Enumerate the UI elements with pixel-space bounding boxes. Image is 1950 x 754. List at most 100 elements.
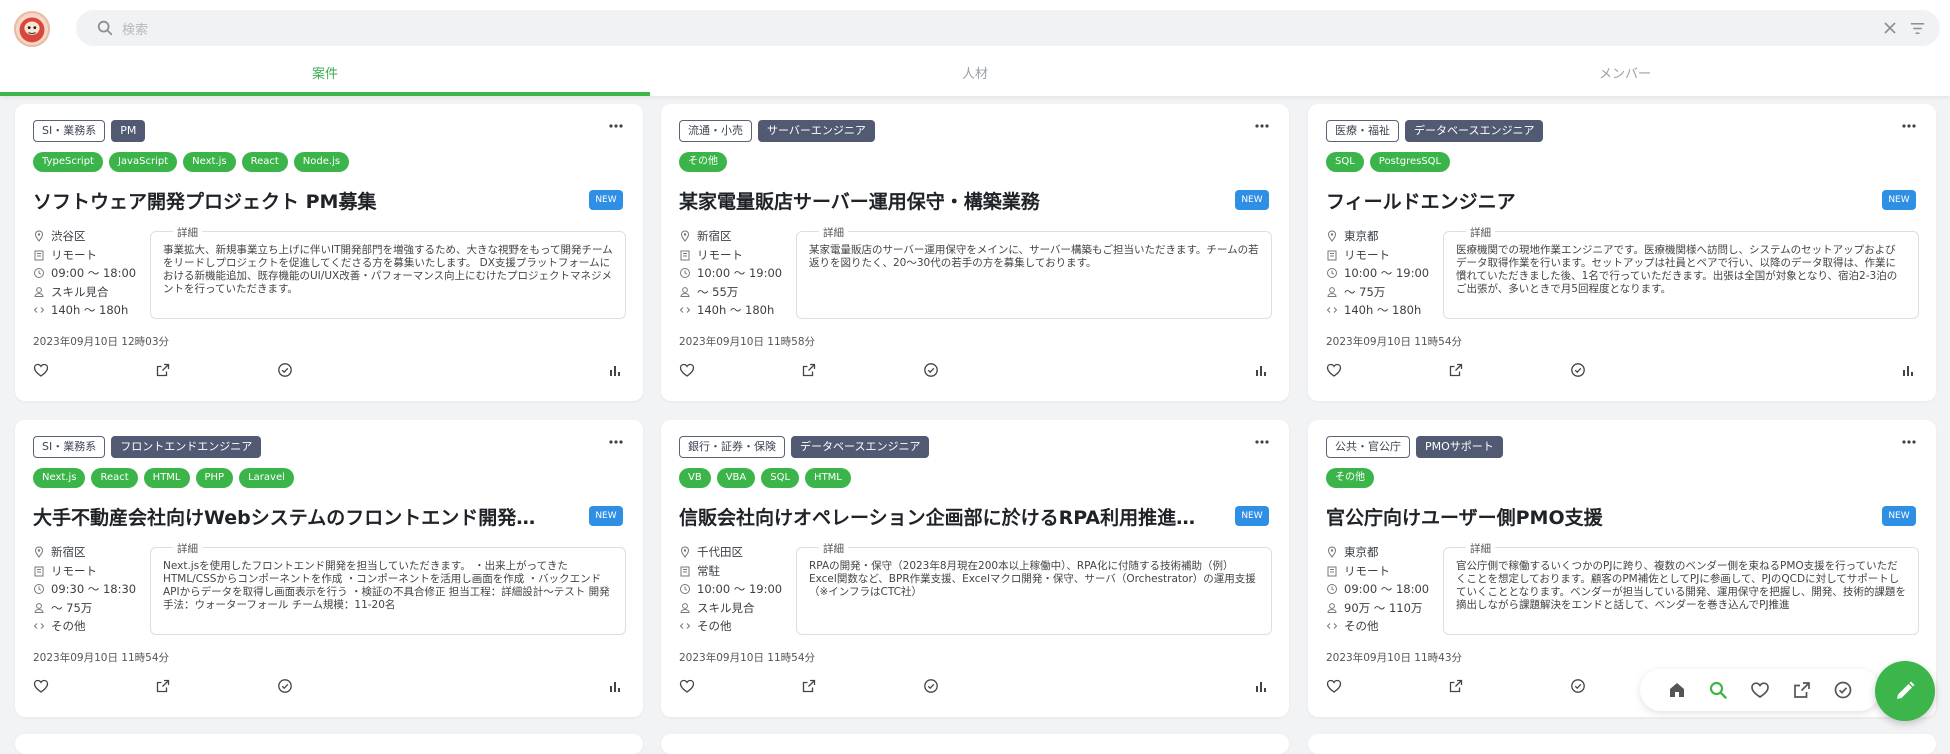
project-card[interactable]: 医療・福祉 データベースエンジニア SQL PostgresSQL フィールドエン…	[1308, 104, 1936, 401]
meta-workstyle: 常駐	[679, 562, 799, 581]
skill-tag[interactable]: SQL	[761, 468, 800, 488]
skill-tag[interactable]: React	[241, 152, 288, 172]
check-circle-icon[interactable]	[923, 678, 939, 694]
hours-text: 09:00 〜 18:00	[51, 266, 137, 281]
external-link-icon[interactable]	[1448, 678, 1464, 694]
check-circle-icon[interactable]	[1570, 362, 1586, 378]
bar-chart-icon[interactable]	[1900, 362, 1916, 378]
project-card[interactable]: SI・業務系 PM TypeScript JavaScript Next.js Rea…	[15, 104, 643, 401]
search-input[interactable]: 検索	[122, 19, 148, 38]
industry-tag[interactable]: SI・業務系	[33, 120, 106, 142]
workload-text: その他	[1344, 619, 1379, 634]
industry-tag[interactable]: 公共・官公庁	[1326, 436, 1410, 458]
role-tag[interactable]: データベースエンジニア	[1405, 120, 1544, 142]
skill-tag[interactable]: VBA	[716, 468, 756, 488]
industry-tag[interactable]: 医療・福祉	[1326, 120, 1399, 142]
detail-text: RPAの開発・保守（2023年8月現在200本以上稼働中）、RPA化に付随する技…	[809, 560, 1256, 598]
more-icon[interactable]	[609, 124, 623, 128]
skill-tag[interactable]: SQL	[1326, 152, 1364, 172]
search-icon[interactable]	[1708, 680, 1728, 700]
clear-icon[interactable]	[1882, 20, 1898, 36]
skill-tag[interactable]: Next.js	[33, 468, 86, 488]
card-title[interactable]: 信販会社向けオペレーション企画部に於けるRPA利用推進支援	[679, 503, 1199, 529]
card-title[interactable]: ソフトウェア開発プロジェクト PM募集	[33, 187, 553, 213]
clock-icon	[680, 268, 690, 279]
skill-tag[interactable]: PHP	[195, 468, 234, 488]
more-icon[interactable]	[1255, 124, 1269, 128]
bar-chart-icon[interactable]	[1253, 362, 1269, 378]
skill-tag[interactable]: PostgresSQL	[1369, 152, 1451, 172]
project-card[interactable]: 銀行・証券・保険 データベースエンジニア VB VBA SQL HTML 信販会社向け…	[661, 420, 1289, 717]
external-link-icon[interactable]	[1448, 362, 1464, 378]
more-icon[interactable]	[1255, 440, 1269, 444]
role-tag[interactable]: サーバーエンジニア	[758, 120, 875, 142]
skill-tag[interactable]: VB	[679, 468, 711, 488]
role-tag[interactable]: データベースエンジニア	[791, 436, 930, 458]
skill-tag[interactable]: その他	[1326, 468, 1374, 488]
skill-tag[interactable]: JavaScript	[108, 152, 178, 172]
check-circle-icon[interactable]	[923, 362, 939, 378]
skill-tag[interactable]: React	[91, 468, 138, 488]
skill-tag[interactable]: その他	[679, 152, 727, 172]
share-icon[interactable]	[1792, 680, 1812, 700]
building-icon	[34, 250, 44, 261]
bar-chart-icon[interactable]	[607, 678, 623, 694]
heart-icon[interactable]	[33, 362, 49, 378]
project-card[interactable]: 流通・小売 サーバーエンジニア その他 某家電量販店サーバー運用保守・構築業務 …	[661, 104, 1289, 401]
role-tag[interactable]: フロントエンドエンジニア	[111, 436, 262, 458]
filter-icon[interactable]	[1909, 20, 1926, 37]
meta-price: 90万 〜 110万	[1326, 599, 1446, 618]
skill-tag[interactable]: Laravel	[239, 468, 294, 488]
role-tag[interactable]: PMOサポート	[1416, 436, 1503, 458]
more-icon[interactable]	[609, 440, 623, 444]
create-fab-button[interactable]	[1875, 661, 1935, 721]
project-card-partial[interactable]	[15, 734, 643, 754]
card-title[interactable]: 大手不動産会社向けWebシステムのフロントエンド開発支援	[33, 503, 553, 529]
skill-tag[interactable]: Node.js	[293, 152, 350, 172]
industry-tag[interactable]: 流通・小売	[679, 120, 752, 142]
project-card-partial[interactable]	[661, 734, 1289, 754]
card-title[interactable]: 某家電量販店サーバー運用保守・構築業務	[679, 187, 1199, 213]
more-icon[interactable]	[1902, 440, 1916, 444]
heart-icon[interactable]	[679, 362, 695, 378]
heart-icon[interactable]	[33, 678, 49, 694]
meta-workstyle: リモート	[33, 246, 153, 265]
tab-members[interactable]: メンバー	[1300, 60, 1950, 96]
role-tag[interactable]: PM	[111, 120, 146, 142]
check-circle-icon[interactable]	[1833, 680, 1853, 700]
skill-tag[interactable]: TypeScript	[33, 152, 103, 172]
tab-projects[interactable]: 案件	[0, 60, 650, 96]
card-title[interactable]: 官公庁向けユーザー側PMO支援	[1326, 503, 1846, 529]
heart-icon[interactable]	[1326, 678, 1342, 694]
project-card[interactable]: SI・業務系 フロントエンドエンジニア Next.js React HTML PHP L…	[15, 420, 643, 717]
bar-chart-icon[interactable]	[607, 362, 623, 378]
check-circle-icon[interactable]	[277, 362, 293, 378]
code-icon	[679, 623, 691, 630]
external-link-icon[interactable]	[801, 362, 817, 378]
check-circle-icon[interactable]	[277, 678, 293, 694]
location-text: 新宿区	[697, 229, 732, 244]
tab-talent[interactable]: 人材	[650, 60, 1300, 96]
more-icon[interactable]	[1902, 124, 1916, 128]
card-title[interactable]: フィールドエンジニア	[1326, 187, 1846, 213]
external-link-icon[interactable]	[155, 678, 171, 694]
card-tags: 流通・小売 サーバーエンジニア	[679, 120, 875, 142]
bar-chart-icon[interactable]	[1253, 678, 1269, 694]
external-link-icon[interactable]	[801, 678, 817, 694]
industry-tag[interactable]: SI・業務系	[33, 436, 106, 458]
skill-tag[interactable]: Next.js	[183, 152, 236, 172]
skill-tag[interactable]: HTML	[805, 468, 851, 488]
heart-icon[interactable]	[679, 678, 695, 694]
heart-icon[interactable]	[1326, 362, 1342, 378]
heart-icon[interactable]	[1750, 680, 1770, 700]
home-icon[interactable]	[1667, 680, 1687, 700]
industry-tag[interactable]: 銀行・証券・保険	[679, 436, 785, 458]
skill-tag[interactable]: HTML	[143, 468, 190, 488]
external-link-icon[interactable]	[155, 362, 171, 378]
project-card-partial[interactable]	[1308, 734, 1936, 754]
hours-text: 09:30 〜 18:30	[51, 582, 137, 597]
check-circle-icon[interactable]	[1570, 678, 1586, 694]
app-logo[interactable]	[14, 11, 50, 47]
search-bar[interactable]: 検索	[76, 10, 1940, 46]
posted-date: 2023年09月10日 11時54分	[33, 652, 170, 664]
